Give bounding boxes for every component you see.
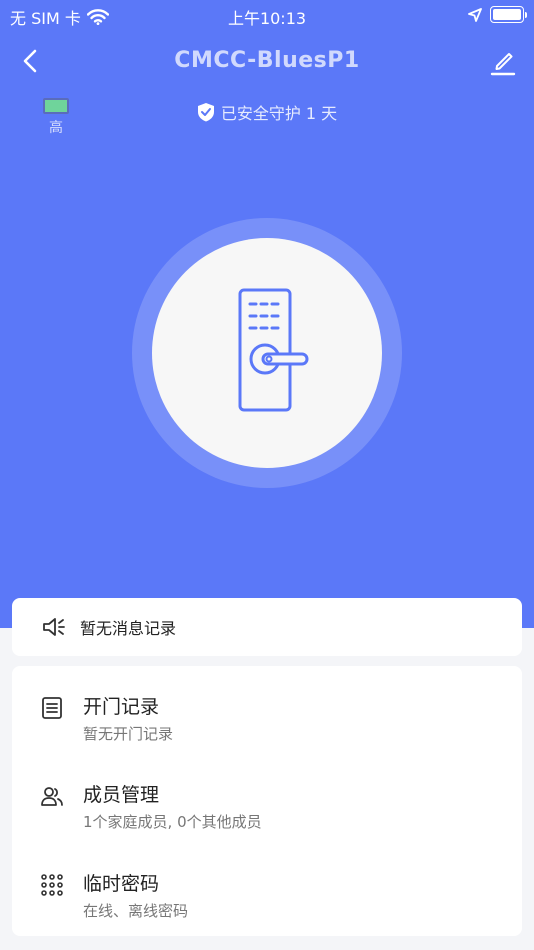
message-card[interactable]: 暂无消息记录	[12, 598, 522, 656]
status-bar: 无 SIM 卡 上午10:13	[0, 0, 534, 32]
members-icon	[41, 787, 63, 806]
shield-check-icon	[197, 103, 214, 122]
list-item-unlock-records[interactable]: 开门记录 暂无开门记录	[12, 666, 522, 746]
item-subtitle: 在线、离线密码	[83, 902, 189, 920]
status-time: 上午10:13	[227, 9, 307, 28]
page-title: CMCC-BluesP1	[174, 48, 360, 73]
nav-bar: CMCC-BluesP1	[0, 40, 534, 84]
list-item-member-management[interactable]: 成员管理 1个家庭成员, 0个其他成员	[12, 754, 522, 834]
item-title: 开门记录	[83, 696, 160, 718]
feature-list: 开门记录 暂无开门记录 成员管理 1个家庭成员, 0个其他成员 临时密码 在线、…	[12, 666, 522, 936]
speaker-icon	[43, 618, 65, 636]
status-right	[468, 6, 527, 23]
keypad-icon	[41, 874, 63, 896]
item-title: 临时密码	[83, 873, 160, 895]
door-lock-icon	[238, 288, 309, 412]
document-list-icon	[42, 697, 62, 719]
edit-button[interactable]	[488, 46, 518, 76]
item-subtitle: 暂无开门记录	[83, 725, 174, 743]
pencil-icon	[490, 53, 516, 76]
guard-status: 已安全守护 1 天	[0, 100, 534, 124]
phone-battery-fill	[493, 9, 521, 20]
phone-battery-icon	[490, 6, 527, 23]
item-title: 成员管理	[83, 784, 160, 806]
location-arrow-icon	[468, 7, 482, 22]
message-text: 暂无消息记录	[80, 619, 177, 638]
item-subtitle: 1个家庭成员, 0个其他成员	[83, 813, 262, 831]
list-item-temporary-password[interactable]: 临时密码 在线、离线密码	[12, 843, 522, 923]
guard-text: 已安全守护 1 天	[220, 104, 338, 123]
